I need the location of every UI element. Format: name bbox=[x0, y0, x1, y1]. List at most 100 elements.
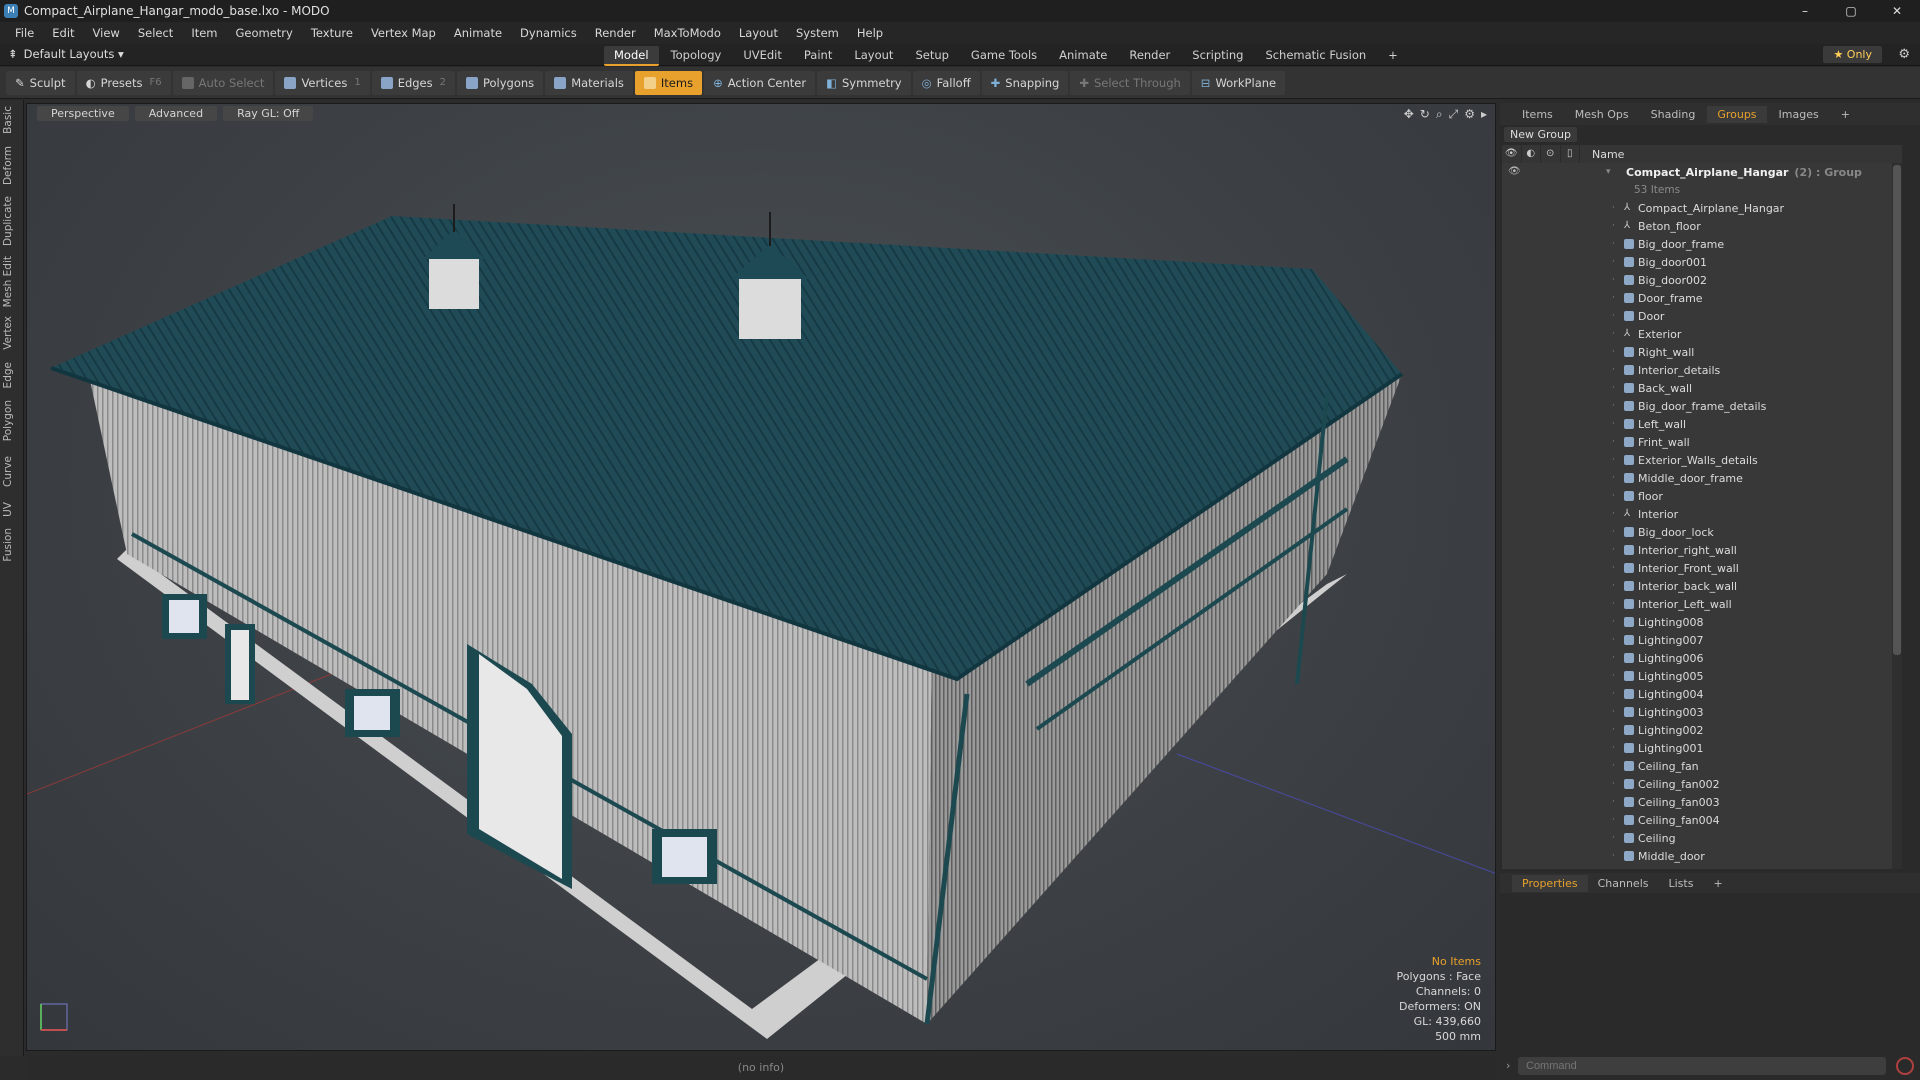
snapping-button[interactable]: ✚ Snapping bbox=[981, 70, 1069, 95]
group-item-row[interactable]: · Frint_wall bbox=[1502, 433, 1902, 451]
add-props-tab-button[interactable]: + bbox=[1703, 875, 1732, 892]
group-item-row[interactable]: · ⅄ Beton_floor bbox=[1502, 217, 1902, 235]
group-item-row[interactable]: · floor bbox=[1502, 487, 1902, 505]
group-root-row[interactable]: 👁 ▾ Compact_Airplane_Hangar (2) : Group bbox=[1502, 163, 1902, 181]
group-item-row[interactable]: · Big_door_lock bbox=[1502, 523, 1902, 541]
select-through-button[interactable]: ✚ Select Through bbox=[1070, 70, 1190, 95]
group-item-row[interactable]: · Ceiling bbox=[1502, 829, 1902, 847]
group-item-row[interactable]: · Middle_door_frame bbox=[1502, 469, 1902, 487]
left-tab-uv[interactable]: UV bbox=[2, 502, 14, 517]
tab-game-tools[interactable]: Game Tools bbox=[961, 46, 1047, 66]
group-item-row[interactable]: · Lighting004 bbox=[1502, 685, 1902, 703]
group-item-row[interactable]: · Lighting001 bbox=[1502, 739, 1902, 757]
menu-item[interactable]: Item bbox=[182, 26, 226, 40]
group-item-row[interactable]: · ⅄ Exterior bbox=[1502, 325, 1902, 343]
tab-lists[interactable]: Lists bbox=[1659, 875, 1704, 892]
group-item-row[interactable]: · Back_wall bbox=[1502, 379, 1902, 397]
edges-button[interactable]: Edges 2 bbox=[371, 70, 455, 95]
left-tab-basic[interactable]: Basic bbox=[2, 106, 14, 134]
group-item-row[interactable]: · Ceiling_fan003 bbox=[1502, 793, 1902, 811]
workplane-button[interactable]: ⊟ WorkPlane bbox=[1191, 70, 1286, 95]
add-tab-button[interactable]: + bbox=[1378, 46, 1408, 66]
menu-animate[interactable]: Animate bbox=[445, 26, 511, 40]
group-item-row[interactable]: · Ceiling_fan004 bbox=[1502, 811, 1902, 829]
visibility-column-icon[interactable]: 👁 bbox=[1502, 145, 1522, 163]
close-button[interactable]: ✕ bbox=[1874, 0, 1920, 22]
gear-icon[interactable]: ⚙ bbox=[1898, 47, 1910, 62]
tab-paint[interactable]: Paint bbox=[794, 46, 842, 66]
polygons-button[interactable]: Polygons bbox=[457, 70, 544, 95]
symmetry-button[interactable]: ◧ Symmetry bbox=[817, 70, 911, 95]
tab-channels[interactable]: Channels bbox=[1588, 875, 1659, 892]
scrollbar-thumb[interactable] bbox=[1893, 165, 1901, 655]
tab-setup[interactable]: Setup bbox=[905, 46, 958, 66]
group-item-row[interactable]: · Ceiling_fan bbox=[1502, 757, 1902, 775]
menu-dynamics[interactable]: Dynamics bbox=[511, 26, 586, 40]
group-item-row[interactable]: · Lighting003 bbox=[1502, 703, 1902, 721]
action-center-button[interactable]: ⊕ Action Center bbox=[704, 70, 816, 95]
left-tab-mesh-edit[interactable]: Mesh Edit bbox=[2, 256, 14, 307]
tab-scripting[interactable]: Scripting bbox=[1182, 46, 1253, 66]
auto-select-button[interactable]: Auto Select bbox=[172, 70, 274, 95]
group-item-row[interactable]: · Door bbox=[1502, 307, 1902, 325]
menu-texture[interactable]: Texture bbox=[302, 26, 362, 40]
group-item-row[interactable]: · ⅄ Compact_Airplane_Hangar bbox=[1502, 199, 1902, 217]
falloff-button[interactable]: ◎ Falloff bbox=[912, 70, 980, 95]
tab-images[interactable]: Images bbox=[1769, 106, 1829, 123]
presets-button[interactable]: ◐ Presets F6 bbox=[76, 70, 171, 95]
left-tab-polygon[interactable]: Polygon bbox=[2, 400, 14, 441]
group-item-row[interactable]: · Interior_Left_wall bbox=[1502, 595, 1902, 613]
tab-items[interactable]: Items bbox=[1512, 106, 1563, 123]
shading-mode-dropdown[interactable]: Advanced bbox=[134, 106, 218, 121]
menu-help[interactable]: Help bbox=[848, 26, 892, 40]
record-macro-icon[interactable] bbox=[1896, 1057, 1914, 1075]
group-item-row[interactable]: · Exterior_Walls_details bbox=[1502, 451, 1902, 469]
menu-file[interactable]: File bbox=[6, 26, 43, 40]
group-item-row[interactable]: · Interior_back_wall bbox=[1502, 577, 1902, 595]
menu-vertex-map[interactable]: Vertex Map bbox=[362, 26, 445, 40]
group-item-row[interactable]: · Big_door001 bbox=[1502, 253, 1902, 271]
command-input[interactable] bbox=[1518, 1057, 1886, 1075]
tab-topology[interactable]: Topology bbox=[661, 46, 732, 66]
group-list-scrollbar[interactable] bbox=[1892, 163, 1902, 869]
group-item-row[interactable]: · Lighting007 bbox=[1502, 631, 1902, 649]
menu-system[interactable]: System bbox=[787, 26, 848, 40]
group-item-row[interactable]: · Door_frame bbox=[1502, 289, 1902, 307]
tab-mesh-ops[interactable]: Mesh Ops bbox=[1565, 106, 1639, 123]
group-item-row[interactable]: · Lighting005 bbox=[1502, 667, 1902, 685]
eye-icon[interactable]: 👁 bbox=[1508, 166, 1521, 178]
zoom-icon[interactable]: ⌕ bbox=[1436, 107, 1443, 122]
left-tab-edge[interactable]: Edge bbox=[2, 362, 14, 388]
group-item-row[interactable]: · Lighting008 bbox=[1502, 613, 1902, 631]
tab-layout[interactable]: Layout bbox=[844, 46, 903, 66]
minimize-button[interactable]: – bbox=[1782, 0, 1828, 22]
menu-edit[interactable]: Edit bbox=[43, 26, 83, 40]
render-column-icon[interactable]: ◐ bbox=[1522, 145, 1541, 163]
menu-select[interactable]: Select bbox=[129, 26, 182, 40]
add-panel-tab-button[interactable]: + bbox=[1831, 106, 1860, 123]
only-button[interactable]: ★ Only bbox=[1823, 46, 1882, 63]
maximize-button[interactable]: ▢ bbox=[1828, 0, 1874, 22]
default-layouts-dropdown[interactable]: ⇞ Default Layouts ▾ bbox=[8, 47, 124, 61]
left-tab-curve[interactable]: Curve bbox=[2, 456, 14, 487]
menu-geometry[interactable]: Geometry bbox=[227, 26, 302, 40]
materials-button[interactable]: Materials bbox=[545, 70, 633, 95]
group-item-row[interactable]: · Interior_Front_wall bbox=[1502, 559, 1902, 577]
tab-schematic-fusion[interactable]: Schematic Fusion bbox=[1255, 46, 1376, 66]
items-button[interactable]: Items bbox=[634, 70, 703, 95]
group-item-row[interactable]: · Interior_right_wall bbox=[1502, 541, 1902, 559]
lock-column-icon[interactable]: ⊙ bbox=[1541, 145, 1561, 163]
new-group-button[interactable]: New Group bbox=[1504, 127, 1577, 142]
left-tab-vertex[interactable]: Vertex bbox=[2, 316, 14, 350]
group-item-row[interactable]: · ⅄ Interior bbox=[1502, 505, 1902, 523]
rotate-icon[interactable]: ↻ bbox=[1420, 107, 1430, 122]
pan-icon[interactable]: ✥ bbox=[1404, 107, 1414, 122]
group-item-row[interactable]: · Ceiling_fan002 bbox=[1502, 775, 1902, 793]
menu-render[interactable]: Render bbox=[586, 26, 645, 40]
group-item-row[interactable]: · Middle_door bbox=[1502, 847, 1902, 865]
group-item-row[interactable]: · Right_wall bbox=[1502, 343, 1902, 361]
menu-view[interactable]: View bbox=[84, 26, 129, 40]
view-mode-dropdown[interactable]: Perspective bbox=[37, 106, 129, 121]
tab-model[interactable]: Model bbox=[604, 46, 659, 66]
tab-animate[interactable]: Animate bbox=[1049, 46, 1117, 66]
